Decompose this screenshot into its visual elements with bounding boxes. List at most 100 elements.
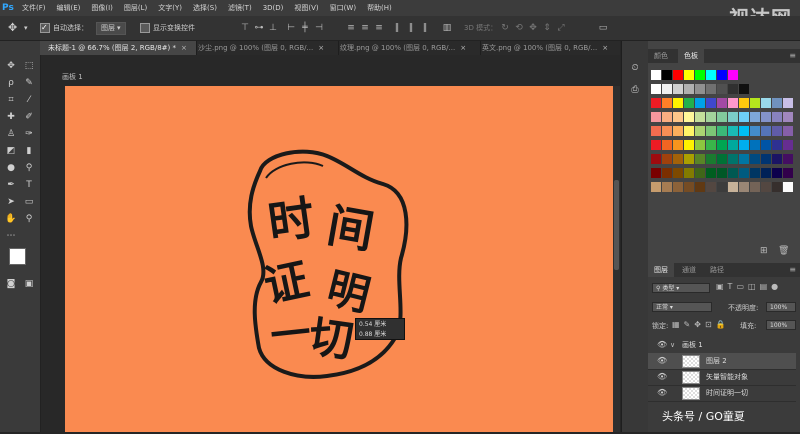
color-swatch[interactable] xyxy=(728,112,738,122)
menu-3d[interactable]: 3D(D) xyxy=(263,4,284,12)
color-swatch[interactable] xyxy=(695,126,705,136)
color-swatch[interactable] xyxy=(662,140,672,150)
color-swatch[interactable] xyxy=(728,98,738,108)
color-swatch[interactable] xyxy=(662,168,672,178)
color-swatch[interactable] xyxy=(706,98,716,108)
clone-stamp-icon[interactable]: ♙ xyxy=(3,127,19,141)
close-icon[interactable]: × xyxy=(460,44,466,52)
color-swatch[interactable] xyxy=(761,154,771,164)
color-swatch[interactable] xyxy=(684,98,694,108)
tab-untitled-1[interactable]: 未标题-1 @ 66.7% (图层 2, RGB/8#) * × xyxy=(40,41,197,55)
color-swatch[interactable] xyxy=(684,84,694,94)
color-swatch[interactable] xyxy=(673,126,683,136)
marquee-icon[interactable]: ⬚ xyxy=(21,59,37,73)
layer-row-artboard[interactable]: 👁 ∨ 画板 1 xyxy=(648,337,796,354)
color-swatch[interactable] xyxy=(673,140,683,150)
color-swatch[interactable] xyxy=(651,98,661,108)
close-icon[interactable]: × xyxy=(318,44,324,52)
color-swatch[interactable] xyxy=(695,98,705,108)
move-tool-icon[interactable]: ✥ xyxy=(8,21,17,35)
color-swatch[interactable] xyxy=(717,168,727,178)
color-swatch[interactable] xyxy=(761,126,771,136)
color-swatch[interactable] xyxy=(662,84,672,94)
menu-file[interactable]: 文件(F) xyxy=(22,3,46,13)
eyedropper-icon[interactable]: ⁄ xyxy=(21,93,37,107)
distribute-vcenter-icon[interactable]: ≡ xyxy=(360,23,370,33)
rectangle-icon[interactable]: ▭ xyxy=(21,195,37,209)
color-swatch[interactable] xyxy=(673,168,683,178)
panel-menu-icon[interactable]: ≡ xyxy=(789,263,796,277)
color-swatch[interactable] xyxy=(695,154,705,164)
layer-row-layer2[interactable]: 👁 图层 2 xyxy=(648,353,796,370)
tab-sand[interactable]: 沙尘.png @ 100% (图层 0, RGB/... × xyxy=(190,41,339,55)
color-swatch[interactable] xyxy=(651,70,661,80)
eraser-icon[interactable]: ◩ xyxy=(3,144,19,158)
menu-help[interactable]: 帮助(H) xyxy=(367,3,392,13)
scrollbar-thumb[interactable] xyxy=(614,180,619,270)
new-swatch-icon[interactable]: ⊞ xyxy=(760,246,768,256)
distribute-top-icon[interactable]: ≡ xyxy=(346,23,356,33)
tab-english[interactable]: 英文.png @ 100% (图层 0, RGB/... × xyxy=(474,41,623,55)
color-swatch[interactable] xyxy=(695,140,705,150)
color-swatch[interactable] xyxy=(706,168,716,178)
color-swatch[interactable] xyxy=(728,84,738,94)
tab-layers[interactable]: 图层 xyxy=(648,263,674,277)
3d-scale-icon[interactable]: ⤢ xyxy=(556,23,566,33)
menu-image[interactable]: 图像(I) xyxy=(91,3,113,13)
layer-row-smart-object[interactable]: 👁 矢量智能对象 xyxy=(648,369,796,386)
color-swatch[interactable] xyxy=(772,126,782,136)
color-swatch[interactable] xyxy=(684,140,694,150)
color-swatch[interactable] xyxy=(739,126,749,136)
color-swatch[interactable] xyxy=(695,168,705,178)
menu-filter[interactable]: 滤镜(T) xyxy=(228,3,252,13)
move-icon[interactable]: ✥ xyxy=(3,59,19,73)
color-swatch[interactable] xyxy=(761,140,771,150)
color-swatch[interactable] xyxy=(684,168,694,178)
quick-mask-icon[interactable]: ◙ xyxy=(3,277,19,291)
color-swatch[interactable] xyxy=(717,182,727,192)
color-swatch[interactable] xyxy=(662,154,672,164)
color-swatch[interactable] xyxy=(739,112,749,122)
color-swatch[interactable] xyxy=(783,140,793,150)
menu-layer[interactable]: 图层(L) xyxy=(124,3,147,13)
color-swatch[interactable] xyxy=(783,126,793,136)
menu-edit[interactable]: 编辑(E) xyxy=(57,3,81,13)
dodge-icon[interactable]: ⚲ xyxy=(21,161,37,175)
color-swatch[interactable] xyxy=(717,140,727,150)
color-swatch[interactable] xyxy=(706,70,716,80)
color-swatch[interactable] xyxy=(717,70,727,80)
type-icon[interactable]: T xyxy=(21,178,37,192)
eye-icon[interactable]: 👁 xyxy=(657,337,667,353)
brush-icon[interactable]: ✐ xyxy=(21,110,37,124)
align-vcenter-icon[interactable]: ⊶ xyxy=(254,23,264,33)
eye-icon[interactable]: 👁 xyxy=(657,369,667,385)
color-swatch[interactable] xyxy=(706,126,716,136)
3d-slide-icon[interactable]: ⇕ xyxy=(542,23,552,33)
workspace-icon[interactable]: ▭ xyxy=(598,23,608,33)
filter-icons[interactable]: ▣T▭◫▤● xyxy=(716,282,782,291)
color-swatch[interactable] xyxy=(695,182,705,192)
show-transform-checkbox[interactable]: 显示变换控件 xyxy=(140,21,195,35)
color-swatch[interactable] xyxy=(717,98,727,108)
color-swatch[interactable] xyxy=(772,112,782,122)
delete-swatch-icon[interactable]: 🗑 xyxy=(778,246,789,256)
opacity-input[interactable]: 100% xyxy=(766,302,796,312)
layer-row-text[interactable]: 👁 时间证明一切 xyxy=(648,385,796,402)
color-swatch[interactable] xyxy=(772,154,782,164)
gradient-icon[interactable]: ▮ xyxy=(21,144,37,158)
paths-icon[interactable]: ⎙ xyxy=(627,83,643,97)
color-swatch[interactable] xyxy=(673,98,683,108)
blur-icon[interactable]: ● xyxy=(3,161,19,175)
color-swatch[interactable] xyxy=(739,98,749,108)
color-swatch[interactable] xyxy=(717,112,727,122)
align-left-icon[interactable]: ⊢ xyxy=(286,23,296,33)
color-swatch[interactable] xyxy=(662,98,672,108)
tab-texture[interactable]: 纹理.png @ 100% (图层 0, RGB/... × xyxy=(332,41,481,55)
color-swatch[interactable] xyxy=(761,168,771,178)
tab-paths[interactable]: 路径 xyxy=(704,263,730,277)
color-swatch[interactable] xyxy=(717,84,727,94)
color-swatch[interactable] xyxy=(673,70,683,80)
color-swatch[interactable] xyxy=(684,182,694,192)
color-swatch[interactable] xyxy=(750,112,760,122)
color-swatch[interactable] xyxy=(684,154,694,164)
